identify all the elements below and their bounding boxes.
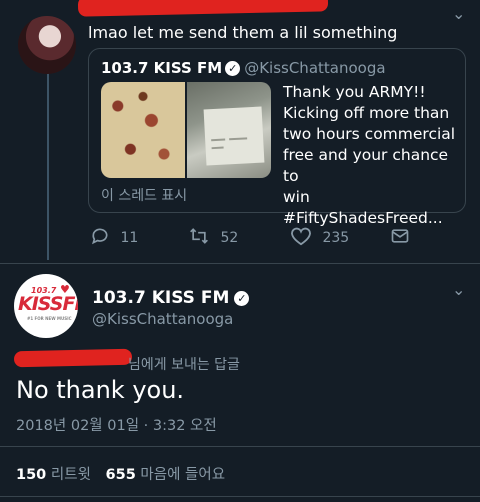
paper-photo[interactable] [187, 82, 271, 178]
replying-to-label: 님에게 보내는 답글 [128, 357, 240, 373]
like-action[interactable]: 235 [290, 226, 349, 248]
retweets-label: 리트윗 [50, 467, 91, 483]
likes-label: 마음에 들어요 [140, 467, 226, 483]
reply-icon [92, 228, 108, 245]
verified-badge-icon: ✓ [225, 61, 241, 76]
pizza-photo[interactable] [101, 82, 185, 178]
reply-action[interactable]: 11 [90, 226, 138, 248]
divider [0, 496, 480, 497]
heart-icon [291, 227, 311, 246]
thread-line [47, 60, 49, 260]
retweets-stat[interactable]: 150 리트윗 [16, 467, 91, 483]
share-icon [391, 229, 409, 243]
quoted-tweet-handle: @KissChattanooga [244, 59, 386, 77]
likes-count: 655 [105, 467, 136, 483]
kiss-fm-avatar[interactable]: 103.7 ♥ KISSFM #1 FOR NEW MUSIC [14, 274, 78, 338]
share-action[interactable] [390, 226, 410, 248]
show-thread-link[interactable]: 이 스레드 표시 [101, 185, 187, 205]
likes-stat[interactable]: 655 마음에 들어요 [106, 467, 226, 483]
retweet-count: 52 [220, 230, 239, 246]
quoted-tweet-card[interactable]: 103.7 KISS FM ✓ @KissChattanooga Thank you… [88, 48, 466, 227]
quoted-tweet-body: Thank you ARMY!! Kicking off more than t… [283, 82, 463, 229]
retweet-action[interactable]: 52 [188, 226, 238, 248]
main-tweet-text: No thank you. [16, 376, 185, 404]
reply-count: 11 [120, 230, 139, 246]
retweets-count: 150 [16, 467, 47, 483]
kiss-logo-text: KISSFM [18, 293, 78, 315]
engagement-stats: 150 리트윗 655 마음에 들어요 [16, 463, 225, 484]
quoted-line: free and your chance to [283, 146, 449, 185]
divider [0, 263, 480, 264]
main-tweet-handle[interactable]: @KissChattanooga [92, 310, 233, 328]
retweet-icon [190, 228, 208, 244]
quoted-line: Thank you ARMY!! [283, 83, 426, 101]
quoted-line: Kicking off more than [283, 104, 450, 122]
quoted-tweet-header: 103.7 KISS FM ✓ @KissChattanooga [101, 59, 386, 77]
user-avatar[interactable] [18, 16, 76, 74]
main-tweet-name: 103.7 KISS FM [92, 288, 230, 308]
divider [0, 446, 480, 447]
redacted-username-top [77, 0, 329, 17]
main-tweet-name-row[interactable]: 103.7 KISS FM ✓ [92, 288, 250, 308]
quoted-tweet-name: 103.7 KISS FM [101, 59, 223, 77]
tweet-timestamp[interactable]: 2018년 02월 01일 · 3:32 오전 [16, 414, 217, 435]
like-count: 235 [322, 230, 350, 246]
kiss-logo-tagline: #1 FOR NEW MUSIC [27, 316, 72, 321]
chevron-down-icon[interactable]: ⌄ [452, 4, 465, 23]
quoted-line: two hours commercial [283, 125, 456, 143]
paper-sheet [203, 106, 265, 166]
redacted-reply-target [13, 348, 133, 368]
chevron-down-icon[interactable]: ⌄ [452, 280, 465, 299]
quoted-line: win #FiftyShadesFreed... [283, 188, 443, 227]
quote-tweet-text: lmao let me send them a lil something [88, 23, 398, 42]
verified-badge-icon: ✓ [234, 291, 250, 306]
